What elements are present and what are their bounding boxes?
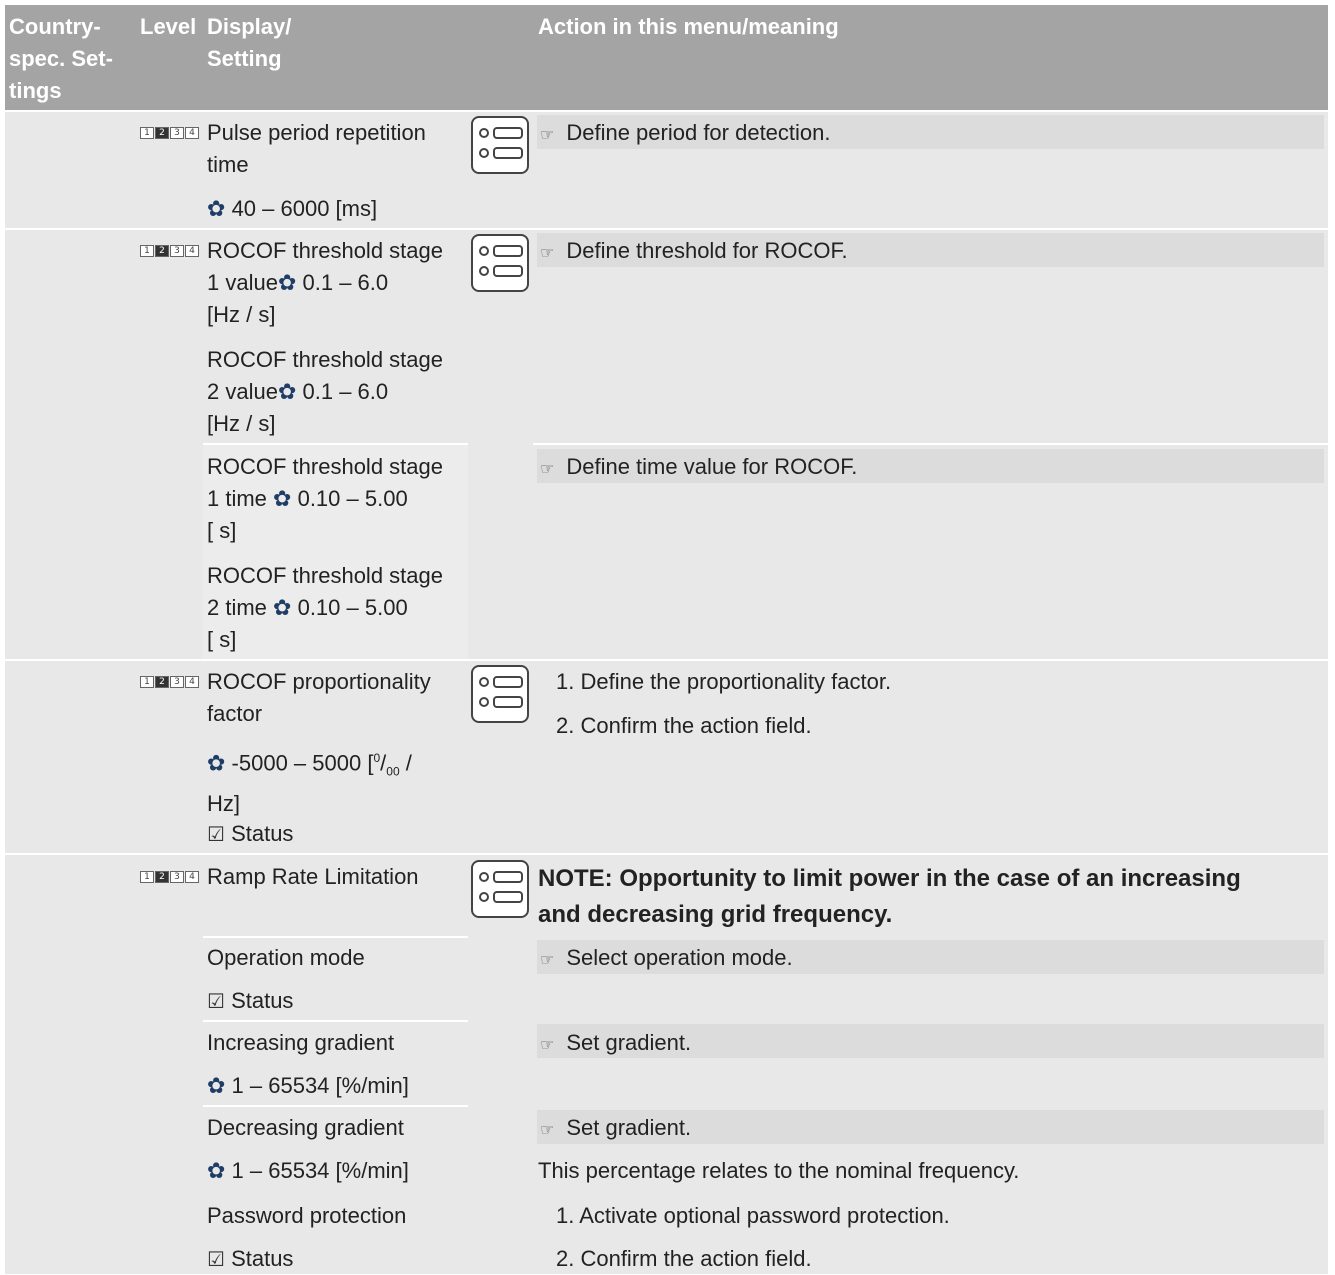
pointing-hand-icon: ☞ (540, 1037, 555, 1054)
gear-icon: ✿ (207, 1073, 226, 1098)
menu-list-icon[interactable] (471, 860, 529, 918)
pointing-hand-icon: ☞ (540, 127, 555, 144)
operation-mode-action: ☞ Select operation mode. (540, 945, 793, 970)
rocof-s2-value: ROCOF threshold stage 2 value✿ 0.1 – 6.0… (207, 347, 443, 436)
rocof-s1-value: ROCOF threshold stage 1 value✿ 0.1 – 6.0… (207, 238, 443, 327)
gear-icon: ✿ (273, 595, 292, 620)
header-display-line2: Setting (207, 46, 282, 71)
password-protection: Password protection ☑ Status (207, 1203, 407, 1271)
increasing-gradient: Increasing gradient ✿ 1 – 65534 [%/min] (207, 1030, 409, 1098)
ramp-note: NOTE: Opportunity to limit power in the … (538, 865, 1241, 928)
proportionality-steps: 1. Define the proportionality factor. 2.… (556, 669, 892, 738)
menu-list-icon[interactable] (471, 665, 529, 723)
pointing-hand-icon: ☞ (540, 1122, 555, 1139)
header-country-line3: tings (9, 78, 62, 103)
proportionality-range: ✿ -5000 – 5000 [0/00 / Hz] (207, 750, 412, 816)
header-country-settings: Country- spec. Set- tings (9, 11, 113, 107)
header-display-line1: Display/ (207, 14, 292, 39)
header-display-setting: Display/ Setting (207, 11, 291, 75)
status-checklist-icon: ☑ (207, 822, 225, 846)
pointing-hand-icon: ☞ (540, 952, 555, 969)
gear-icon: ✿ (207, 1158, 226, 1183)
ramp-title: Ramp Rate Limitation (207, 864, 419, 889)
header-level: Level (140, 14, 197, 39)
decreasing-gradient-action: ☞ Set gradient. (540, 1115, 692, 1140)
rocof-s1-time: ROCOF threshold stage 1 time ✿ 0.10 – 5.… (207, 454, 443, 543)
operation-mode: Operation mode ☑ Status (207, 945, 365, 1013)
pulse-action: ☞ Define period for detection. (540, 120, 831, 145)
increasing-gradient-action: ☞ Set gradient. (540, 1030, 692, 1055)
proportionality-status: ☑ Status (207, 821, 294, 846)
pulse-range: ✿ 40 – 6000 [ms] (207, 196, 378, 221)
gear-icon: ✿ (277, 379, 297, 404)
status-checklist-icon: ☑ (207, 989, 225, 1013)
menu-list-icon[interactable] (471, 116, 529, 174)
level-indicator: 1234 (140, 676, 199, 688)
level-indicator: 1234 (140, 127, 199, 139)
menu-list-icon[interactable] (471, 234, 529, 292)
pointing-hand-icon: ☞ (540, 461, 555, 478)
decreasing-gradient: Decreasing gradient ✿ 1 – 65534 [%/min] (207, 1115, 409, 1183)
header-country-line1: Country- (9, 14, 101, 39)
gear-icon: ✿ (277, 270, 297, 295)
status-checklist-icon: ☑ (207, 1247, 225, 1271)
pointing-hand-icon: ☞ (540, 245, 555, 262)
password-steps: 1. Activate optional password protection… (556, 1203, 950, 1271)
level-indicator: 1234 (140, 245, 199, 257)
header-action: Action in this menu/meaning (538, 14, 839, 39)
rocof-value-action: ☞ Define threshold for ROCOF. (540, 238, 848, 263)
rocof-time-action: ☞ Define time value for ROCOF. (540, 454, 858, 479)
gear-icon: ✿ (273, 486, 292, 511)
proportionality-label: ROCOF proportionality factor (207, 669, 431, 726)
rocof-s2-time: ROCOF threshold stage 2 time ✿ 0.10 – 5.… (207, 563, 443, 652)
gear-icon: ✿ (207, 196, 226, 221)
header-country-line2: spec. Set- (9, 46, 113, 71)
pulse-label: Pulse period repetition time (207, 120, 426, 177)
gear-icon: ✿ (207, 750, 226, 776)
level-indicator: 1234 (140, 871, 199, 883)
nominal-frequency-note: This percentage relates to the nominal f… (538, 1158, 1020, 1183)
